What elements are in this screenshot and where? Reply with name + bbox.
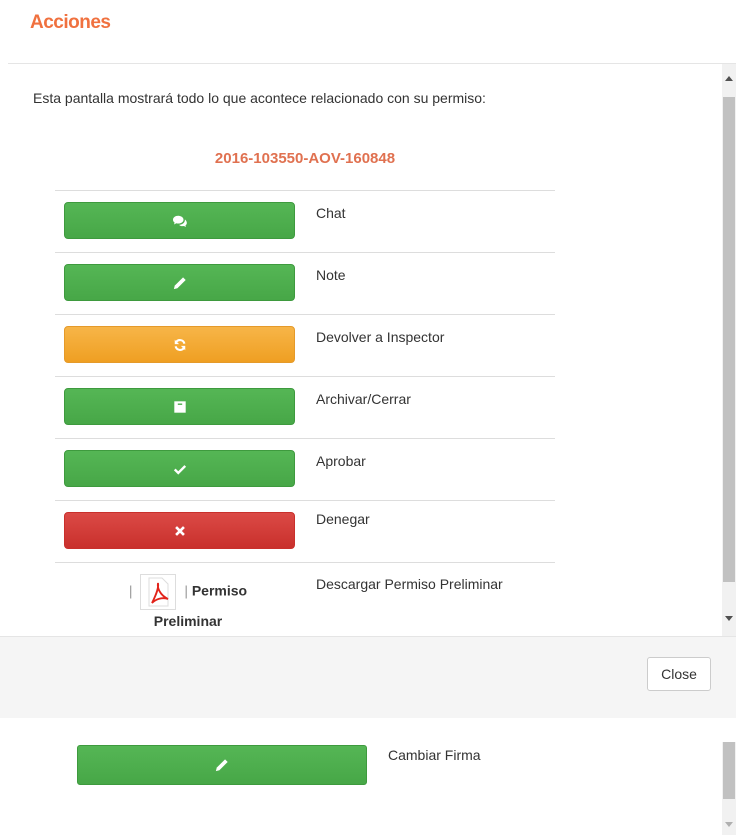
chat-icon [172,215,187,227]
chat-button[interactable] [64,202,295,239]
intro-text: Esta pantalla mostrará todo lo que acont… [33,90,486,106]
modal-footer: Close [0,636,736,718]
archive-icon [173,400,186,413]
chat-label: Chat [316,205,346,221]
pdf-icon [140,574,177,610]
page-scroll-thumb[interactable] [723,742,735,799]
modal-title: Acciones [30,12,111,33]
modal-scrollbar[interactable] [722,64,736,636]
separator: | [184,582,188,599]
scroll-up-arrow-icon[interactable] [725,76,733,81]
approve-button[interactable] [64,450,295,487]
pencil-icon [173,276,186,289]
pdf-download-label: Descargar Permiso Preliminar [316,576,503,592]
page-scroll-down-icon[interactable] [725,822,733,827]
page-scrollbar[interactable] [722,742,736,835]
separator: | [128,582,133,599]
pdf-link-text-2[interactable]: Preliminar [154,613,222,629]
scroll-down-arrow-icon[interactable] [725,616,733,621]
close-button[interactable]: Close [647,657,711,691]
pdf-download-link[interactable]: | | Permiso Preliminar [103,574,273,632]
permit-number: 2016-103550-AOV-160848 [214,150,396,167]
pdf-link-text[interactable]: Permiso [192,583,247,599]
row-divider [55,252,555,253]
row-divider [55,500,555,501]
deny-label: Denegar [316,511,370,527]
deny-button[interactable] [64,512,295,549]
change-signature-label: Cambiar Firma [388,747,481,763]
row-divider [55,190,555,191]
note-button[interactable] [64,264,295,301]
refresh-icon [174,338,185,351]
note-label: Note [316,267,346,283]
archive-close-button[interactable] [64,388,295,425]
return-to-inspector-label: Devolver a Inspector [316,329,445,345]
row-divider [55,438,555,439]
modal-body: Esta pantalla mostrará todo lo que acont… [8,64,722,636]
change-signature-button[interactable] [77,745,367,785]
row-divider [55,314,555,315]
check-icon [173,464,186,475]
return-to-inspector-button[interactable] [64,326,295,363]
row-divider [55,562,555,563]
scroll-thumb[interactable] [723,97,735,582]
approve-label: Aprobar [316,453,366,469]
row-divider [55,376,555,377]
pencil-icon [215,759,228,772]
times-icon [174,525,185,536]
archive-close-label: Archivar/Cerrar [316,391,411,407]
